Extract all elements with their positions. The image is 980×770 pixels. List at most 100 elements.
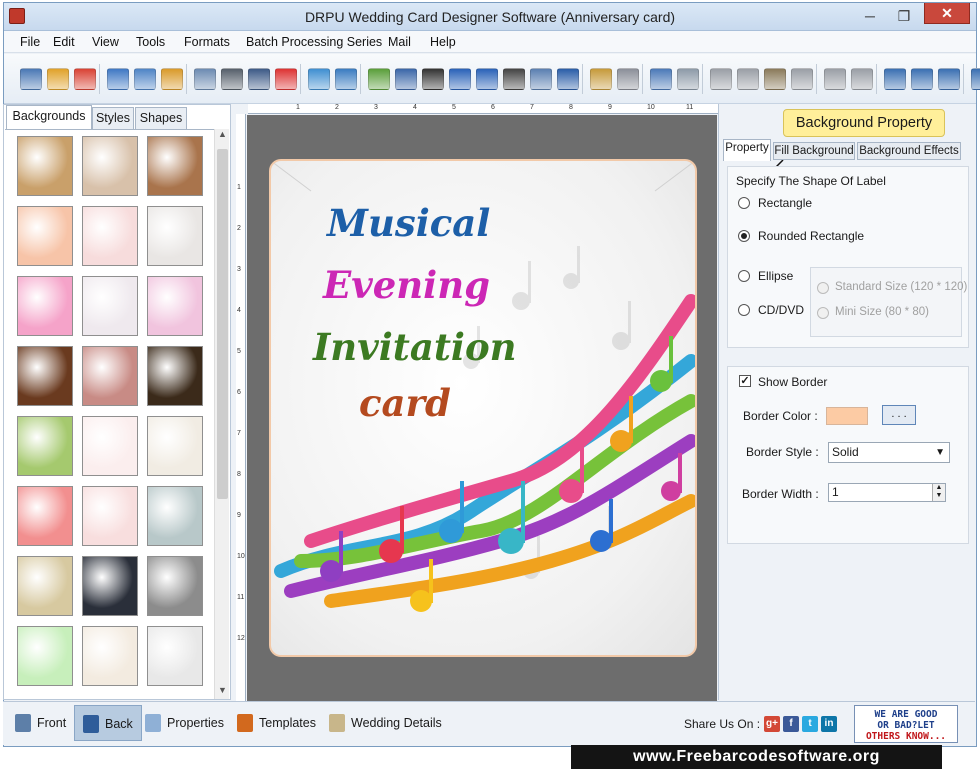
background-thumbnail[interactable] (147, 276, 203, 336)
background-thumbnail[interactable] (82, 346, 138, 406)
tab-fill-background[interactable]: Fill Background (773, 142, 855, 160)
background-thumbnail[interactable] (17, 136, 73, 196)
zoom-icon[interactable] (971, 68, 980, 90)
label-cd-dvd[interactable]: CD/DVD (758, 303, 804, 317)
card-title-line-1[interactable]: Musical (327, 201, 490, 245)
properties-button[interactable]: Properties (137, 705, 232, 741)
background-thumbnail[interactable] (147, 136, 203, 196)
close-button[interactable]: ✕ (924, 3, 970, 24)
database-multi-icon[interactable] (617, 68, 639, 90)
background-thumbnail[interactable] (17, 486, 73, 546)
background-thumbnail[interactable] (17, 556, 73, 616)
templates-button[interactable]: Templates (229, 705, 324, 741)
background-thumbnail[interactable] (17, 276, 73, 336)
delete-icon[interactable] (791, 68, 813, 90)
menu-help[interactable]: Help (430, 35, 456, 49)
tab-shapes[interactable]: Shapes (135, 107, 187, 129)
background-thumbnail[interactable] (147, 416, 203, 476)
tab-styles[interactable]: Styles (92, 107, 134, 129)
scrollbar-thumb[interactable] (217, 149, 228, 499)
gift-icon[interactable] (275, 68, 297, 90)
linkedin-icon[interactable]: in (821, 716, 837, 732)
mail-icon[interactable] (530, 68, 552, 90)
text-icon[interactable] (449, 68, 471, 90)
border-width-stepper[interactable]: 1 ▲ ▼ (828, 483, 946, 502)
grid-icon[interactable] (884, 68, 906, 90)
open-icon[interactable] (47, 68, 69, 90)
border-color-picker-button[interactable]: . . . (882, 405, 916, 425)
background-thumbnail[interactable] (82, 416, 138, 476)
background-thumbnail[interactable] (147, 486, 203, 546)
background-thumbnail[interactable] (82, 206, 138, 266)
facebook-icon[interactable]: f (783, 716, 799, 732)
background-thumbnail[interactable] (147, 626, 203, 686)
background-thumbnail[interactable] (147, 206, 203, 266)
card-title-line-3[interactable]: Invitation (313, 325, 517, 369)
bring-front-icon[interactable] (824, 68, 846, 90)
show-border-checkbox[interactable]: ✓ (739, 375, 751, 387)
stepper-arrows-icon[interactable]: ▲ ▼ (932, 484, 945, 501)
scroll-down-icon[interactable]: ▼ (215, 685, 230, 699)
radio-ellipse[interactable] (738, 270, 750, 282)
fit-icon[interactable] (938, 68, 960, 90)
background-thumbnail[interactable] (17, 626, 73, 686)
background-thumbnail[interactable] (17, 206, 73, 266)
pen-icon[interactable] (335, 68, 357, 90)
shapes-icon[interactable] (368, 68, 390, 90)
background-thumbnail[interactable] (147, 346, 203, 406)
card-title-line-4[interactable]: card (359, 381, 451, 425)
menu-file[interactable]: File (20, 35, 40, 49)
radio-cd-dvd[interactable] (738, 304, 750, 316)
close-doc-icon[interactable] (74, 68, 96, 90)
copy-icon[interactable] (737, 68, 759, 90)
back-button[interactable]: Back (74, 705, 142, 741)
wedding-details-button[interactable]: Wedding Details (321, 705, 450, 741)
background-thumbnail[interactable] (82, 136, 138, 196)
barcode-icon[interactable] (422, 68, 444, 90)
invitation-card[interactable]: Musical Evening Invitation card (269, 159, 697, 657)
send-back-icon[interactable] (851, 68, 873, 90)
actual-size-icon[interactable] (911, 68, 933, 90)
background-thumbnail[interactable] (82, 626, 138, 686)
menu-view[interactable]: View (92, 35, 119, 49)
maximize-button[interactable]: ❐ (890, 6, 918, 26)
border-style-select[interactable]: Solid ▼ (828, 442, 950, 463)
background-thumbnail[interactable] (17, 416, 73, 476)
tab-backgrounds[interactable]: Backgrounds (6, 105, 92, 129)
radio-rounded-rectangle[interactable] (738, 230, 750, 242)
save-as-icon[interactable] (134, 68, 156, 90)
background-thumbnail[interactable] (82, 486, 138, 546)
background-thumbnail[interactable] (82, 276, 138, 336)
export-icon[interactable] (161, 68, 183, 90)
word-art-icon[interactable] (476, 68, 498, 90)
label-rectangle[interactable]: Rectangle (758, 196, 812, 210)
label-rounded-rectangle[interactable]: Rounded Rectangle (758, 229, 864, 243)
redo-icon[interactable] (677, 68, 699, 90)
menu-batch-processing[interactable]: Batch Processing Series (246, 35, 382, 49)
front-button[interactable]: Front (7, 705, 74, 741)
image-icon[interactable] (308, 68, 330, 90)
database-icon[interactable] (590, 68, 612, 90)
minimize-button[interactable]: ─ (856, 6, 884, 26)
menu-tools[interactable]: Tools (136, 35, 165, 49)
new-icon[interactable] (20, 68, 42, 90)
design-canvas[interactable]: Musical Evening Invitation card (247, 115, 717, 702)
print-preview-icon[interactable] (248, 68, 270, 90)
feedback-banner[interactable]: WE ARE GOOD OR BAD?LET OTHERS KNOW... (854, 705, 958, 743)
menu-edit[interactable]: Edit (53, 35, 75, 49)
line-icon[interactable] (557, 68, 579, 90)
background-thumbnail[interactable] (17, 346, 73, 406)
border-color-swatch[interactable] (826, 407, 868, 425)
twitter-icon[interactable]: t (802, 716, 818, 732)
scroll-up-icon[interactable]: ▲ (215, 129, 230, 143)
background-thumbnail[interactable] (82, 556, 138, 616)
menu-mail[interactable]: Mail (388, 35, 411, 49)
signature-icon[interactable] (503, 68, 525, 90)
undo-icon[interactable] (650, 68, 672, 90)
menu-formats[interactable]: Formats (184, 35, 230, 49)
card-title-line-2[interactable]: Evening (323, 263, 490, 307)
tab-property[interactable]: Property (723, 139, 771, 161)
label-ellipse[interactable]: Ellipse (758, 269, 793, 283)
print-icon[interactable] (221, 68, 243, 90)
cut-icon[interactable] (710, 68, 732, 90)
